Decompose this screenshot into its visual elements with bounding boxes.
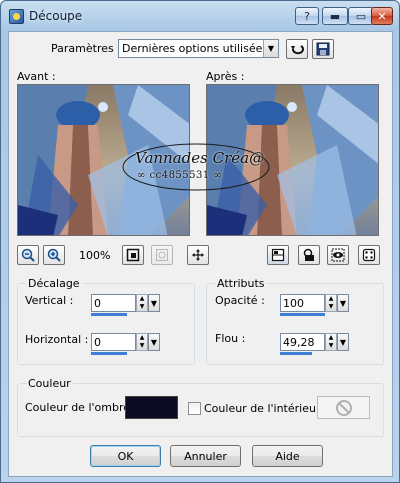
opacity-slider[interactable] bbox=[280, 313, 325, 316]
vertical-dropdown[interactable]: ▼ bbox=[148, 294, 160, 312]
lock-button[interactable] bbox=[298, 245, 320, 265]
fit-window-icon bbox=[126, 248, 140, 262]
blur-value: 49,28 bbox=[283, 336, 315, 349]
interior-color-checkbox[interactable] bbox=[188, 402, 201, 415]
dice-icon bbox=[362, 248, 376, 262]
opacity-input[interactable]: 100 bbox=[280, 294, 325, 312]
actual-size-icon bbox=[156, 249, 168, 261]
attributes-group-title: Attributs bbox=[215, 277, 267, 290]
opacity-label: Opacité : bbox=[215, 294, 265, 307]
zoom-in-button[interactable] bbox=[43, 245, 65, 265]
opacity-spinner[interactable]: ▲ ▼ bbox=[325, 294, 337, 312]
zoom-out-icon bbox=[21, 248, 35, 262]
blur-input[interactable]: 49,28 bbox=[280, 333, 325, 351]
params-select-value: Dernières options utilisées bbox=[122, 42, 269, 55]
help-button[interactable]: Aide bbox=[252, 445, 323, 467]
floppy-disk-icon bbox=[316, 42, 330, 56]
blur-dropdown[interactable]: ▼ bbox=[337, 333, 349, 351]
eye-icon bbox=[331, 248, 345, 262]
reset-button[interactable] bbox=[286, 39, 308, 59]
preview-toggle-button[interactable] bbox=[267, 245, 289, 265]
interior-color-swatch[interactable] bbox=[317, 396, 370, 419]
save-preset-button[interactable] bbox=[312, 39, 334, 59]
vertical-value: 0 bbox=[94, 297, 101, 310]
after-label: Après : bbox=[206, 70, 245, 83]
vertical-input[interactable]: 0 bbox=[91, 294, 136, 312]
split-view-icon bbox=[271, 248, 285, 262]
actual-size-button[interactable] bbox=[151, 245, 173, 265]
zoom-out-button[interactable] bbox=[17, 245, 39, 265]
shadow-color-swatch[interactable] bbox=[125, 396, 178, 419]
blur-spinner[interactable]: ▲ ▼ bbox=[325, 333, 337, 351]
vertical-slider[interactable] bbox=[91, 313, 127, 316]
watermark-text: Vannades Créa@ bbox=[135, 149, 265, 167]
opacity-dropdown[interactable]: ▼ bbox=[337, 294, 349, 312]
opacity-value: 100 bbox=[283, 297, 304, 310]
close-button[interactable]: ✕ bbox=[371, 7, 393, 25]
horizontal-dropdown[interactable]: ▼ bbox=[148, 333, 160, 351]
interior-color-label: Couleur de l'intérieur : bbox=[204, 402, 328, 415]
dialog-body: Paramètres : Dernières options utilisées… bbox=[8, 31, 393, 477]
title-bar[interactable]: Découpe ? ▬ ▭ ✕ bbox=[1, 1, 399, 31]
randomize-button[interactable] bbox=[358, 245, 380, 265]
app-icon bbox=[9, 9, 24, 24]
ok-button[interactable]: OK bbox=[90, 445, 161, 467]
offset-group-title: Décalage bbox=[26, 277, 82, 290]
move-arrows-icon bbox=[192, 249, 204, 261]
shadow-color-label: Couleur de l'ombre : bbox=[25, 401, 138, 414]
vertical-spinner[interactable]: ▲ ▼ bbox=[136, 294, 148, 312]
blur-slider[interactable] bbox=[280, 352, 312, 355]
fit-window-button[interactable] bbox=[122, 245, 144, 265]
cancel-button[interactable]: Annuler bbox=[170, 445, 241, 467]
horizontal-input[interactable]: 0 bbox=[91, 333, 136, 351]
zoom-in-icon bbox=[47, 248, 61, 262]
zoom-level: 100% bbox=[79, 249, 111, 262]
pan-button[interactable] bbox=[187, 245, 209, 265]
blur-label: Flou : bbox=[215, 332, 246, 345]
help-title-button[interactable]: ? bbox=[295, 7, 319, 25]
lock-icon bbox=[303, 248, 314, 261]
params-label: Paramètres : bbox=[51, 42, 121, 55]
horizontal-value: 0 bbox=[94, 336, 101, 349]
color-group-title: Couleur bbox=[26, 377, 73, 390]
vertical-label: Vertical : bbox=[25, 294, 74, 307]
reset-arrow-icon bbox=[291, 45, 304, 55]
disabled-icon bbox=[335, 399, 352, 416]
watermark-number: ∞ cc4855531 ∞ bbox=[137, 170, 223, 181]
horizontal-slider[interactable] bbox=[91, 352, 127, 355]
before-label: Avant : bbox=[17, 70, 56, 83]
minimize-button[interactable]: ▬ bbox=[322, 7, 348, 25]
chevron-down-icon[interactable]: ▼ bbox=[263, 40, 278, 57]
horizontal-spinner[interactable]: ▲ ▼ bbox=[136, 333, 148, 351]
window-title: Découpe bbox=[29, 9, 83, 23]
horizontal-label: Horizontal : bbox=[25, 333, 89, 346]
decoupe-dialog: Découpe ? ▬ ▭ ✕ Paramètres : Dernières o… bbox=[0, 0, 400, 483]
proof-button[interactable] bbox=[327, 245, 349, 265]
params-select[interactable]: Dernières options utilisées ▼ bbox=[118, 39, 279, 58]
